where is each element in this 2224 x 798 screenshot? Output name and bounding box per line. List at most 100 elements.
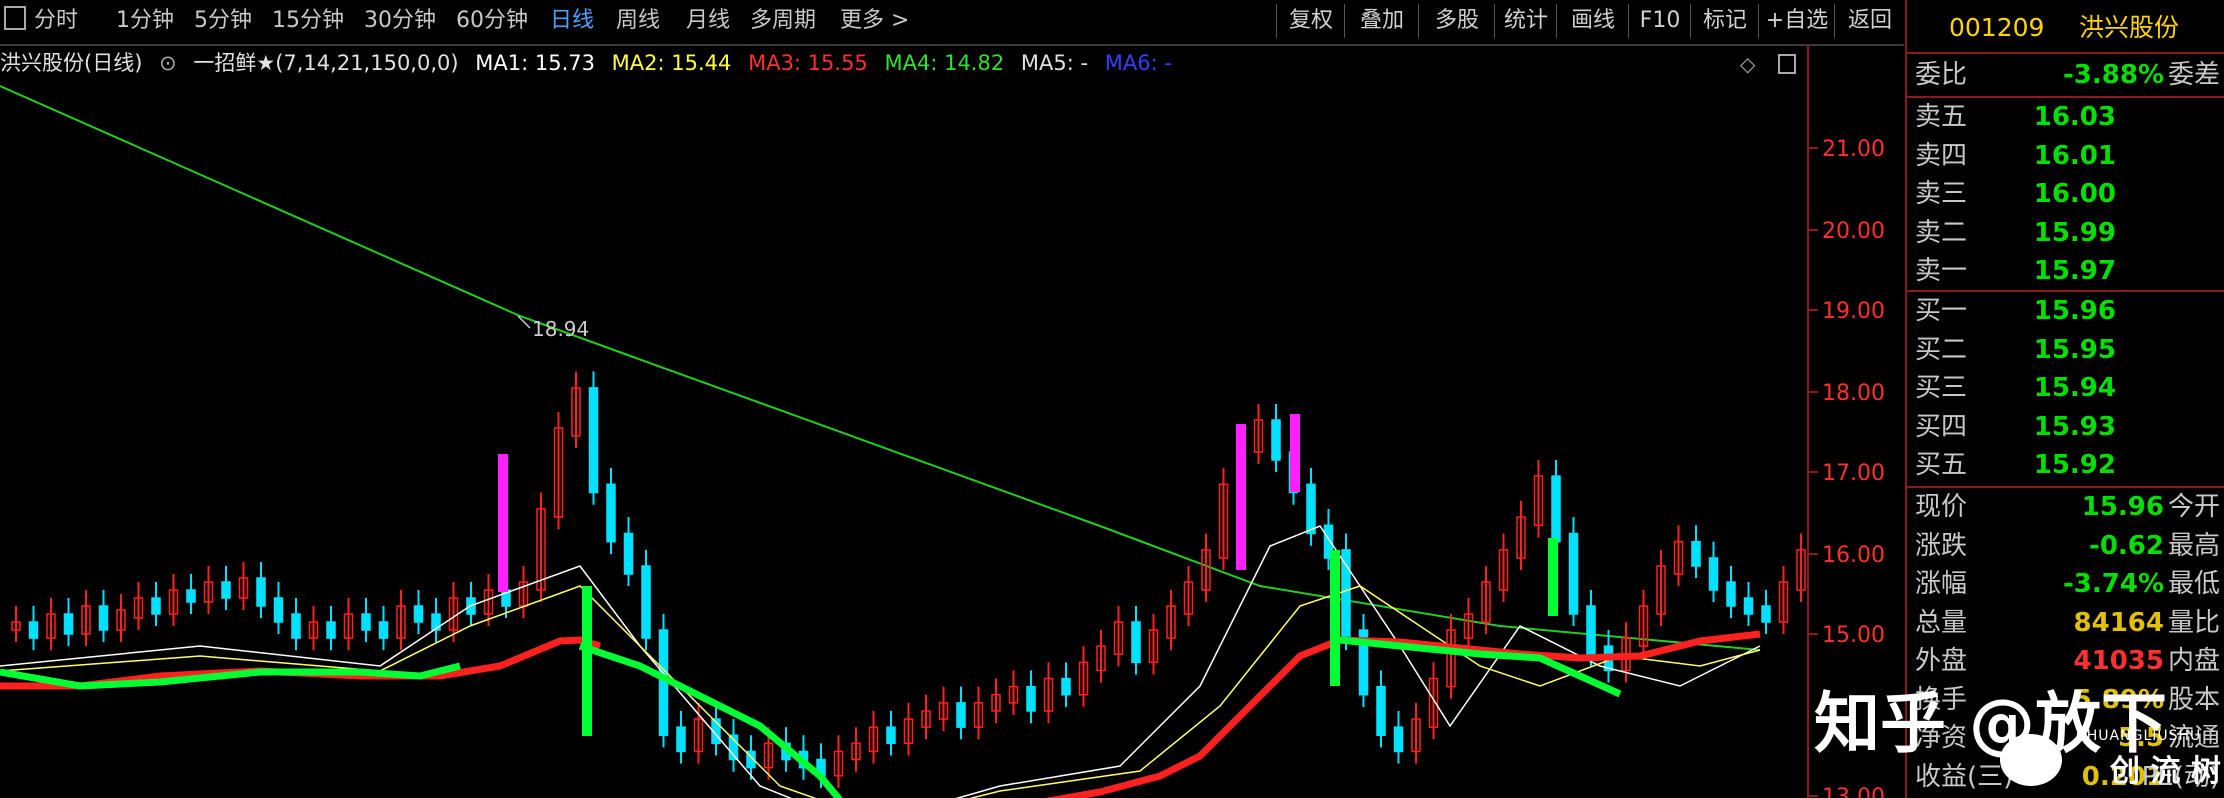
magenta-candle: [498, 454, 508, 592]
green-candle: [1330, 550, 1340, 686]
magenta-candle: [1236, 424, 1246, 570]
candle-body: [886, 726, 896, 745]
bid-row[interactable]: 买一 15.96: [1907, 292, 2224, 330]
tab-period-6[interactable]: 日线: [550, 6, 594, 36]
candle-body: [291, 613, 301, 639]
ask-label: 卖二: [1915, 217, 1968, 248]
ask-row[interactable]: 卖一 15.97: [1907, 252, 2224, 290]
magenta-candle: [1290, 414, 1300, 492]
tab-period-3[interactable]: 15分钟: [272, 6, 344, 36]
candle-body: [326, 621, 336, 639]
candle-body: [1726, 581, 1736, 607]
tab-period-2[interactable]: 5分钟: [194, 6, 252, 36]
candle-body: [221, 581, 231, 599]
formula-dropdown-icon[interactable]: ⊙: [159, 51, 177, 75]
ask-label: 卖三: [1915, 179, 1968, 209]
window-icon[interactable]: [4, 6, 26, 30]
ask-row[interactable]: 卖二 15.99: [1907, 214, 2224, 252]
candle-body: [1691, 540, 1701, 567]
candle-body: [1393, 726, 1404, 753]
candle-body: [1026, 685, 1036, 712]
bid-label: 买三: [1915, 373, 1968, 403]
stock-label: 洪兴股份(日线): [0, 51, 143, 75]
tool-button-6[interactable]: 标记: [1690, 4, 1759, 38]
tab-period-1[interactable]: 1分钟: [116, 6, 174, 36]
weibi-label: 委比: [1915, 60, 1968, 90]
bid-price: 15.92: [2033, 450, 2116, 480]
weibi-row: 委比 -3.88% 委差: [1907, 56, 2224, 94]
ask-price: 15.99: [2033, 217, 2116, 248]
kline-chart[interactable]: 21.00 20.00 19.00 18.00 17.00 16.00 15.00 13.00…: [0, 46, 1904, 798]
candle-body: [256, 577, 266, 607]
indicator-info-bar: 洪兴股份(日线) ⊙ 一招鲜★(7,14,21,150,0,0) MA1: 15…: [0, 46, 1182, 80]
candle-body: [28, 621, 39, 639]
tab-period-9[interactable]: 多周期: [750, 6, 816, 36]
axis-tick-label: 16.00: [1822, 543, 1885, 568]
tool-button-0[interactable]: 复权: [1276, 4, 1345, 38]
candle-body: [1341, 549, 1351, 639]
candle-body: [1568, 532, 1579, 615]
stat-label2: 内盘: [2167, 646, 2220, 676]
tool-button-4[interactable]: 画线: [1556, 4, 1629, 38]
tab-period-0[interactable]: 分时: [34, 6, 78, 36]
stat-row: 总量 84164 量比: [1907, 604, 2224, 642]
peak-price-label: 18.94: [532, 317, 589, 341]
stat-row: 现价 15.96 今开: [1907, 488, 2224, 526]
ask-price: 15.97: [2033, 256, 2116, 286]
candle-body: [151, 597, 161, 615]
ma-long-line: [0, 85, 1761, 651]
ask-label: 卖五: [1915, 102, 1968, 132]
candle-body: [1271, 419, 1281, 461]
ask-row[interactable]: 卖四 16.01: [1907, 137, 2224, 175]
ask-label: 卖一: [1915, 256, 1968, 286]
ma2-line: [0, 585, 1761, 798]
diamond-icon[interactable]: ◇: [1740, 52, 1755, 76]
ma3-line-a: [0, 636, 602, 690]
candle-body: [1743, 597, 1754, 615]
tab-period-5[interactable]: 60分钟: [456, 6, 528, 36]
axis-tick-label: 21.00: [1822, 137, 1885, 162]
kline-svg: 21.00 20.00 19.00 18.00 17.00 16.00 15.00 13.00…: [0, 46, 1885, 798]
candle-body: [98, 605, 109, 631]
ask-row[interactable]: 卖五 16.03: [1907, 98, 2224, 136]
green-candle: [582, 586, 592, 736]
bid-price: 15.93: [2033, 411, 2116, 442]
ma1-label: MA1: 15.73: [475, 51, 595, 75]
formula-label[interactable]: 一招鲜★(7,14,21,150,0,0): [193, 51, 458, 75]
tool-button-1[interactable]: 叠加: [1344, 4, 1419, 38]
bid-label: 买四: [1915, 411, 1968, 442]
bid-label: 买一: [1915, 296, 1968, 326]
bid-row[interactable]: 买四 15.93: [1907, 408, 2224, 446]
tool-button-8[interactable]: 返回: [1834, 4, 1905, 38]
stat-label: 涨跌: [1915, 530, 1968, 561]
bid-price: 15.96: [2033, 296, 2116, 326]
bid-row[interactable]: 买二 15.95: [1907, 331, 2224, 369]
candle-body: [63, 613, 74, 635]
stat-label: 涨幅: [1915, 569, 1968, 599]
tool-button-7[interactable]: +自选: [1758, 4, 1835, 38]
tool-button-3[interactable]: 统计: [1494, 4, 1557, 38]
stat-label2: 股本: [2167, 684, 2220, 715]
bid-price: 15.95: [2033, 334, 2116, 365]
axis-tick-label: 18.00: [1822, 381, 1885, 406]
candle-body: [1376, 685, 1386, 737]
tab-period-10[interactable]: 更多 >: [840, 6, 909, 36]
ma4-label: MA4: 14.82: [884, 51, 1005, 75]
tool-button-2[interactable]: 多股: [1418, 4, 1495, 38]
ask-row[interactable]: 卖三 16.00: [1907, 175, 2224, 213]
bid-row[interactable]: 买五 15.92: [1907, 446, 2224, 484]
ma2-label: MA2: 15.44: [611, 51, 732, 75]
stat-label2: 最高: [2167, 530, 2220, 561]
stat-value: -3.74%: [2063, 569, 2164, 599]
watermark-sub: CHUANGLIUSHU: [2076, 728, 2202, 744]
tool-button-5[interactable]: F10: [1628, 4, 1691, 38]
bid-row[interactable]: 买三 15.94: [1907, 369, 2224, 407]
candle-body: [641, 565, 651, 639]
tab-period-8[interactable]: 月线: [686, 6, 730, 36]
tab-period-4[interactable]: 30分钟: [364, 6, 436, 36]
ask-price: 16.00: [2033, 179, 2116, 209]
ma6-label: MA6: -: [1104, 51, 1172, 75]
ma5-label: MA5: -: [1020, 51, 1089, 75]
tab-period-7[interactable]: 周线: [616, 6, 660, 36]
panel-toggle-icon[interactable]: [1778, 54, 1796, 74]
